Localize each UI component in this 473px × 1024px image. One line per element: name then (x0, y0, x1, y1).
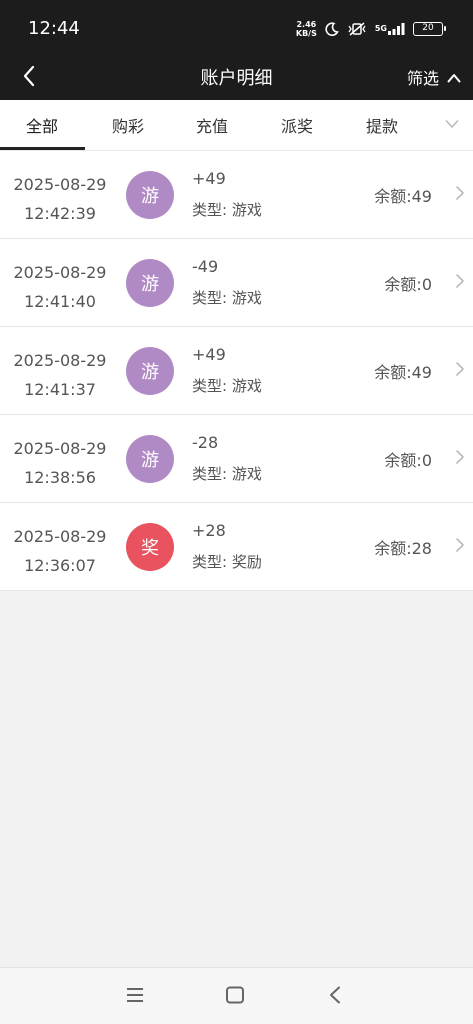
record-date: 2025-08-29 (13, 439, 107, 458)
record-amount: +49 (192, 345, 226, 364)
back-icon (328, 986, 342, 1008)
moon-icon (325, 22, 339, 36)
tab-purchase[interactable]: 购彩 (112, 113, 144, 137)
record-amount: +28 (192, 521, 226, 540)
home-button[interactable] (225, 986, 245, 1008)
record-type: 类型: 游戏 (192, 201, 262, 219)
record-date: 2025-08-29 (13, 527, 107, 546)
vibrate-off-icon (347, 22, 367, 36)
page-title: 账户明细 (200, 68, 273, 89)
chevron-up-icon (447, 68, 461, 87)
menu-button[interactable] (125, 986, 145, 1008)
type-badge: 游 (126, 171, 174, 219)
signal-icon: 5G (375, 23, 405, 35)
record-balance: 余额:0 (384, 451, 432, 470)
chevron-right-icon (455, 273, 465, 293)
record-balance: 余额:49 (374, 187, 432, 206)
record-type: 类型: 游戏 (192, 377, 262, 395)
battery-icon: 20 (413, 22, 446, 36)
record-date: 2025-08-29 (13, 263, 107, 282)
record-row[interactable]: 2025-08-29 12:36:07 奖 +28 类型: 奖励 余额:28 (0, 503, 473, 591)
record-row[interactable]: 2025-08-29 12:42:39 游 +49 类型: 游戏 余额:49 (0, 151, 473, 239)
type-badge: 游 (126, 347, 174, 395)
chevron-right-icon (455, 185, 465, 205)
record-balance: 余额:49 (374, 363, 432, 382)
type-badge: 游 (126, 259, 174, 307)
system-nav-bar (0, 967, 473, 1024)
chevron-right-icon (455, 361, 465, 381)
nav-bar: 账户明细 筛选 (0, 56, 473, 100)
record-amount: +49 (192, 169, 226, 188)
tab-recharge[interactable]: 充值 (196, 113, 228, 137)
record-time: 12:36:07 (24, 556, 96, 575)
record-date: 2025-08-29 (13, 175, 107, 194)
tab-bar: 全部 购彩 充值 派奖 提款 (0, 100, 473, 151)
status-bar: 12:44 2.46 KB/S 5G 20 (0, 0, 473, 56)
records-list: 2025-08-29 12:42:39 游 +49 类型: 游戏 余额:49 2… (0, 151, 473, 591)
active-tab-indicator (0, 147, 85, 150)
record-row[interactable]: 2025-08-29 12:41:40 游 -49 类型: 游戏 余额:0 (0, 239, 473, 327)
record-amount: -28 (192, 433, 219, 452)
home-icon (225, 986, 245, 1008)
type-badge: 游 (126, 435, 174, 483)
menu-icon (125, 988, 145, 1008)
record-balance: 余额:0 (384, 275, 432, 294)
record-type: 类型: 奖励 (192, 553, 262, 571)
record-amount: -49 (192, 257, 219, 276)
record-time: 12:42:39 (24, 204, 96, 223)
status-icons: 2.46 KB/S 5G 20 (296, 20, 446, 38)
system-back-button[interactable] (328, 986, 342, 1008)
record-type: 类型: 游戏 (192, 289, 262, 307)
network-type: 5G (374, 24, 387, 33)
network-speed-unit: KB/S (295, 29, 317, 38)
record-type: 类型: 游戏 (192, 465, 262, 483)
network-speed-value: 2.46 (296, 20, 317, 29)
record-row[interactable]: 2025-08-29 12:41:37 游 +49 类型: 游戏 余额:49 (0, 327, 473, 415)
tab-withdraw[interactable]: 提款 (366, 113, 398, 137)
record-balance: 余额:28 (374, 539, 432, 558)
record-row[interactable]: 2025-08-29 12:38:56 游 -28 类型: 游戏 余额:0 (0, 415, 473, 503)
tab-all[interactable]: 全部 (26, 113, 58, 137)
record-time: 12:41:40 (24, 292, 96, 311)
record-time: 12:38:56 (24, 468, 96, 487)
chevron-down-icon (445, 114, 459, 133)
status-time: 12:44 (28, 18, 80, 39)
network-speed: 2.46 KB/S (296, 20, 317, 38)
record-date: 2025-08-29 (13, 351, 107, 370)
type-badge: 奖 (126, 523, 174, 571)
filter-button[interactable]: 筛选 (407, 65, 461, 89)
filter-label: 筛选 (406, 69, 439, 88)
record-time: 12:41:37 (24, 380, 96, 399)
chevron-right-icon (455, 537, 465, 557)
tab-payout[interactable]: 派奖 (281, 113, 313, 137)
tabs-more-button[interactable] (445, 114, 459, 133)
chevron-right-icon (455, 449, 465, 469)
